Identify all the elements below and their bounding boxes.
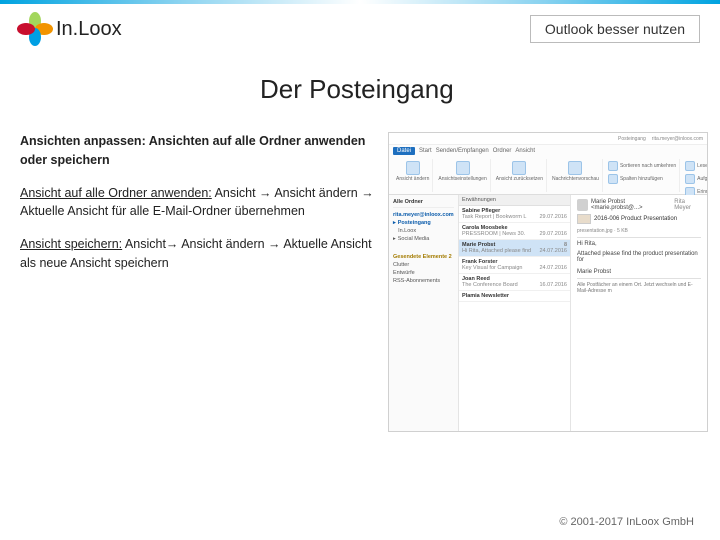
msg-subject: Key Visual for Campaign xyxy=(462,265,522,271)
folder-label: Entwürfe xyxy=(393,270,415,276)
folder-item[interactable]: Entwürfe xyxy=(393,269,454,277)
instructions-subtitle: Ansichten anpassen: Ansichten auf alle O… xyxy=(20,132,380,170)
instruction-2: Ansicht speichern: Ansicht→ Ansicht ände… xyxy=(20,235,380,273)
reading-greeting: Hi Rita, xyxy=(577,241,701,247)
preview-icon xyxy=(568,161,582,175)
ribbon-group[interactable]: Nachrichtenvorschau xyxy=(549,159,603,192)
ribbon-label: Nachrichtenvorschau xyxy=(552,177,599,183)
folder-label: Social Media xyxy=(398,236,430,242)
ribbon-group: Lesebereich Aufgabenleiste Erinnerungsfe… xyxy=(682,159,708,192)
instruction-1-lead: Ansicht auf alle Ordner anwenden: xyxy=(20,186,212,200)
folder-item[interactable]: In.Loox xyxy=(393,227,454,235)
ribbon-tabs: Datei Start Senden/Empfangen Ordner Ansi… xyxy=(389,145,707,157)
ribbon: Ansicht ändern Ansichtseinstellungen Ans… xyxy=(389,157,707,195)
tab-send[interactable]: Senden/Empfangen xyxy=(436,148,489,154)
outlook-body: Alle Ordner rita.meyer@inloox.com ▸ Post… xyxy=(389,195,707,432)
message-list-header: Erwähnungen xyxy=(459,195,570,206)
folder-label: In.Loox xyxy=(398,228,416,234)
top-gradient-bar xyxy=(0,0,720,4)
folder-item[interactable] xyxy=(393,243,454,251)
window-title-2: rita.meyer@inloox.com xyxy=(652,136,703,142)
msg-subject: The Conference Board xyxy=(462,282,518,288)
reading-from-row: Marie Probst <marie.probst@...> Rita Mey… xyxy=(577,199,701,211)
ribbon-label[interactable]: Spalten hinzufügen xyxy=(620,177,663,183)
message-item[interactable]: Frank ForsterKey Visual for Campaign 24.… xyxy=(459,257,570,274)
ribbon-group: Sortieren nach umkehren Spalten hinzufüg… xyxy=(605,159,680,192)
tab-file[interactable]: Datei xyxy=(393,147,415,155)
attachment-thumb-icon xyxy=(577,214,591,224)
reading-footer: Alle Postfächer an einem Ort. Jetzt wech… xyxy=(577,282,701,294)
message-item[interactable]: Joan ReedThe Conference Board 16.07.2016 xyxy=(459,274,570,291)
view-change-icon xyxy=(406,161,420,175)
folder-item[interactable]: ▸ Posteingang xyxy=(393,219,454,227)
copyright: © 2001-2017 InLoox GmbH xyxy=(559,516,694,528)
reading-signature: Marie Probst xyxy=(577,269,701,275)
reading-subject: 2016-006 Product Presentation xyxy=(594,216,677,222)
ribbon-label: Ansicht zurücksetzen xyxy=(496,177,543,183)
tab-start[interactable]: Start xyxy=(419,148,432,154)
account-label: rita.meyer@inloox.com xyxy=(393,212,454,218)
message-item-selected[interactable]: Marie Probst 8Hi Rita, Attached please f… xyxy=(459,240,570,257)
logo-icon xyxy=(20,14,50,44)
reading-pane-icon xyxy=(685,161,695,171)
ribbon-group[interactable]: Ansichtseinstellungen xyxy=(435,159,490,192)
folder-item[interactable]: ▸ Social Media xyxy=(393,235,454,243)
msg-subject: Hi Rita, Attached please find xyxy=(462,248,531,254)
tab-folder[interactable]: Ordner xyxy=(493,148,512,154)
msg-date: 16.07.2016 xyxy=(539,282,567,288)
instruction-2-lead: Ansicht speichern: xyxy=(20,237,122,251)
ribbon-group[interactable]: Ansicht ändern xyxy=(393,159,433,192)
ribbon-group[interactable]: Ansicht zurücksetzen xyxy=(493,159,547,192)
msg-subject: PRESSROOM | News 30. xyxy=(462,231,525,237)
msg-date: 24.07.2016 xyxy=(539,265,567,271)
view-reset-icon xyxy=(512,161,526,175)
ribbon-label[interactable]: Lesebereich xyxy=(697,164,708,170)
msg-date: 29.07.2016 xyxy=(539,214,567,220)
msg-subject: Task Report | Bookworm L xyxy=(462,214,526,220)
message-item[interactable]: Carola MoosbekePRESSROOM | News 30. 29.0… xyxy=(459,223,570,240)
header: In.Loox Outlook besser nutzen xyxy=(20,14,700,44)
account-row[interactable]: rita.meyer@inloox.com xyxy=(393,211,454,219)
sort-reverse-icon xyxy=(608,161,618,171)
avatar-icon xyxy=(577,199,588,211)
folder-item[interactable]: RSS-Abonnements xyxy=(393,277,454,285)
folder-label: RSS-Abonnements xyxy=(393,278,440,284)
reading-subject-row: 2016-006 Product Presentation xyxy=(577,214,701,224)
folder-pane: Alle Ordner rita.meyer@inloox.com ▸ Post… xyxy=(389,195,459,432)
window-title-1: Posteingang xyxy=(618,136,646,142)
ribbon-label: Ansichtseinstellungen xyxy=(438,177,486,183)
outlook-screenshot: Posteingang rita.meyer@inloox.com Datei … xyxy=(388,132,708,432)
reading-body: Attached please find the product present… xyxy=(577,251,701,263)
reading-pane: Marie Probst <marie.probst@...> Rita Mey… xyxy=(571,195,707,432)
folder-item[interactable]: Clutter xyxy=(393,261,454,269)
attachment-caption: presentation.jpg · 5 KB xyxy=(577,228,701,234)
add-columns-icon xyxy=(608,174,618,184)
folder-label: Posteingang xyxy=(398,220,431,226)
reading-to: Rita Meyer xyxy=(674,199,701,211)
message-item[interactable]: Sabine PflegerTask Report | Bookworm L 2… xyxy=(459,206,570,223)
folder-header: Alle Ordner xyxy=(393,199,454,208)
page-title: Der Posteingang xyxy=(260,74,454,105)
brand-name: In.Loox xyxy=(56,18,122,41)
window-titlebar: Posteingang rita.meyer@inloox.com xyxy=(389,133,707,145)
instruction-1: Ansicht auf alle Ordner anwenden: Ansich… xyxy=(20,184,380,222)
brand-logo: In.Loox xyxy=(20,14,122,44)
ribbon-label[interactable]: Sortieren nach umkehren xyxy=(620,164,676,170)
tab-view[interactable]: Ansicht xyxy=(515,148,535,154)
view-settings-icon xyxy=(456,161,470,175)
msg-date: 24.07.2016 xyxy=(539,248,567,254)
msg-sender: Plamia Newsletter xyxy=(462,293,509,299)
instructions-column: Ansichten anpassen: Ansichten auf alle O… xyxy=(20,132,380,287)
reading-from: Marie Probst <marie.probst@...> xyxy=(591,199,671,211)
ribbon-label[interactable]: Aufgabenleiste xyxy=(697,177,708,183)
header-badge: Outlook besser nutzen xyxy=(530,15,700,43)
folder-label: Gesendete Elemente 2 xyxy=(393,254,452,260)
message-item[interactable]: Plamia Newsletter xyxy=(459,291,570,302)
msg-date: 29.07.2016 xyxy=(539,231,567,237)
message-list: Erwähnungen Sabine PflegerTask Report | … xyxy=(459,195,571,432)
folder-label: Clutter xyxy=(393,262,409,268)
todo-bar-icon xyxy=(685,174,695,184)
ribbon-label: Ansicht ändern xyxy=(396,177,429,183)
folder-item[interactable]: Gesendete Elemente 2 xyxy=(393,253,454,261)
